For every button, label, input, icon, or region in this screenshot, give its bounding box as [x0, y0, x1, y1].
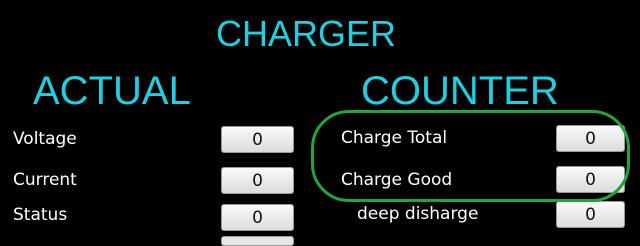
- next-value-box-partial: [221, 236, 294, 246]
- deep-discharge-value: 0: [556, 201, 625, 228]
- counter-section-heading: COUNTER: [361, 69, 559, 113]
- status-label: Status: [13, 205, 68, 225]
- page-title: CHARGER: [216, 13, 397, 54]
- deep-discharge-label: deep disharge: [357, 204, 479, 224]
- highlight-annotation-ring: [311, 110, 630, 202]
- voltage-value: 0: [221, 126, 294, 153]
- current-label: Current: [13, 170, 77, 190]
- status-value: 0: [221, 204, 294, 231]
- voltage-label: Voltage: [13, 129, 77, 149]
- current-value: 0: [221, 167, 294, 194]
- actual-section-heading: ACTUAL: [33, 69, 191, 113]
